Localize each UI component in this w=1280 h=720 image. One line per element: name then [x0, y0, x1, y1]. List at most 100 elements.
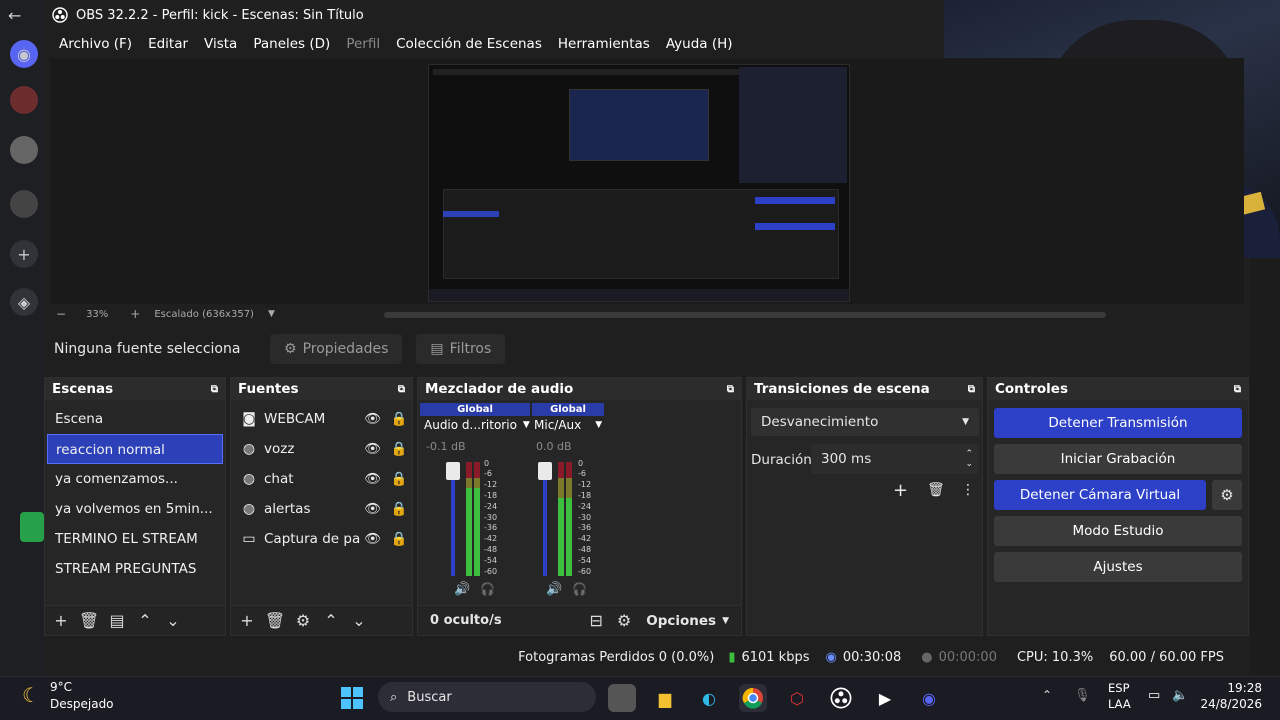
start-recording-button[interactable]: Iniciar Grabación [994, 444, 1242, 474]
file-explorer-icon[interactable]: ▆ [651, 684, 679, 712]
settings-button[interactable]: Ajustes [994, 552, 1242, 582]
scene-item[interactable]: STREAM PREGUNTAS [47, 554, 223, 584]
volume-icon[interactable]: 🔈 [1172, 688, 1188, 703]
language-2[interactable]: LAA [1108, 697, 1131, 711]
duration-spinbox[interactable]: 300 ms ⌃ ⌄ [811, 444, 979, 474]
chevron-down-icon[interactable]: ▼ [523, 420, 530, 430]
weather-desc[interactable]: Despejado [50, 697, 114, 711]
eye-icon[interactable]: 👁 [360, 471, 386, 487]
task-view-icon[interactable] [608, 684, 636, 712]
app-icon[interactable]: ⬡ [783, 684, 811, 712]
undock-icon[interactable]: ⧉ [398, 384, 405, 395]
microphone-icon[interactable]: 🎙 [1074, 688, 1091, 703]
advanced-audio-icon[interactable]: ⚙ [610, 607, 638, 635]
scene-item[interactable]: Escena [47, 404, 223, 434]
properties-button[interactable]: ⚙ Propiedades [270, 334, 403, 364]
move-up-icon[interactable]: ⌃ [317, 607, 345, 635]
volume-slider-handle[interactable] [538, 462, 552, 480]
gear-icon[interactable]: ⚙ [289, 607, 317, 635]
undock-icon[interactable]: ⧉ [1234, 384, 1241, 395]
move-down-icon[interactable]: ⌄ [345, 607, 373, 635]
menu-ayuda[interactable]: Ayuda (H) [658, 36, 741, 52]
chevron-down-icon[interactable]: ▼ [595, 420, 602, 430]
preview-scrollbar[interactable] [384, 312, 1106, 318]
network-icon[interactable]: ▭ [1148, 688, 1160, 703]
server-avatar[interactable] [10, 190, 38, 218]
source-item[interactable]: ◙ WEBCAM 👁 🔒 [231, 404, 412, 434]
explore-icon[interactable]: ◈ [10, 288, 38, 316]
lock-icon[interactable]: 🔒 [386, 531, 412, 547]
scene-item[interactable]: TERMINO EL STREAM [47, 524, 223, 554]
speaker-icon[interactable]: 🔊 [546, 582, 562, 597]
speaker-icon[interactable]: 🔊 [454, 582, 470, 597]
program-preview[interactable] [428, 64, 850, 302]
source-item[interactable]: ◍ chat 👁 🔒 [231, 464, 412, 494]
lock-icon[interactable]: 🔒 [386, 501, 412, 517]
undock-icon[interactable]: ⧉ [727, 384, 734, 395]
menu-vista[interactable]: Vista [196, 36, 245, 52]
menu-perfil[interactable]: Perfil [338, 36, 388, 52]
add-server-icon[interactable]: + [10, 240, 38, 268]
clock-date[interactable]: 24/8/2026 [1190, 697, 1262, 711]
trash-icon[interactable]: 🗑 [261, 607, 289, 635]
scale-dropdown-icon[interactable]: ▼ [268, 309, 275, 319]
edge-icon[interactable]: ◐ [695, 684, 723, 712]
menu-archivo[interactable]: Archivo (F) [51, 36, 140, 52]
layout-toggle-icon[interactable]: ⊟ [582, 607, 610, 635]
headphones-icon[interactable]: 🎧 [572, 582, 587, 596]
back-arrow-icon[interactable]: ← [8, 6, 21, 25]
lock-icon[interactable]: 🔒 [386, 441, 412, 457]
volume-slider-handle[interactable] [446, 462, 460, 480]
language-1[interactable]: ESP [1108, 681, 1130, 695]
more-icon[interactable]: ⋮ [961, 482, 975, 498]
scene-item[interactable]: ya comenzamos... [47, 464, 223, 494]
discord-taskbar-icon[interactable]: ◉ [915, 684, 943, 712]
move-up-icon[interactable]: ⌃ [131, 607, 159, 635]
discord-icon[interactable]: ◉ [10, 40, 38, 68]
obs-taskbar-icon[interactable] [827, 684, 855, 712]
transition-select[interactable]: Desvanecimiento ▼ [751, 408, 979, 436]
zoom-out-button[interactable]: − [56, 307, 66, 321]
undock-icon[interactable]: ⧉ [211, 384, 218, 395]
studio-mode-button[interactable]: Modo Estudio [994, 516, 1242, 546]
add-source-icon[interactable]: + [233, 607, 261, 635]
move-down-icon[interactable]: ⌄ [159, 607, 187, 635]
zoom-in-button[interactable]: + [130, 307, 140, 321]
eye-icon[interactable]: 👁 [360, 411, 386, 427]
clock-time[interactable]: 19:28 [1202, 681, 1262, 695]
add-scene-icon[interactable]: + [47, 607, 75, 635]
virtual-camera-settings-icon[interactable]: ⚙ [1212, 480, 1242, 510]
eye-icon[interactable]: 👁 [360, 531, 386, 547]
lock-icon[interactable]: 🔒 [386, 411, 412, 427]
scene-item[interactable]: ya volvemos en 5min... [47, 494, 223, 524]
chevron-up-icon[interactable]: ⌃ [1042, 688, 1052, 702]
scene-item-selected[interactable]: reaccion normal [47, 434, 223, 464]
menu-paneles[interactable]: Paneles (D) [245, 36, 338, 52]
channel-name[interactable]: Audio d...ritorio ▼ [424, 418, 530, 432]
lock-icon[interactable]: 🔒 [386, 471, 412, 487]
eye-icon[interactable]: 👁 [360, 501, 386, 517]
media-player-icon[interactable]: ▶ [871, 684, 899, 712]
chrome-icon[interactable] [739, 684, 767, 712]
scene-filter-icon[interactable]: ▤ [103, 607, 131, 635]
trash-icon[interactable]: 🗑 [75, 607, 103, 635]
headphones-icon[interactable]: 🎧 [480, 582, 495, 596]
add-transition-icon[interactable]: + [893, 480, 908, 501]
weather-temp[interactable]: 9°C [50, 680, 72, 694]
source-item[interactable]: ◍ alertas 👁 🔒 [231, 494, 412, 524]
stop-virtual-camera-button[interactable]: Detener Cámara Virtual [994, 480, 1206, 510]
windows-start-icon[interactable] [338, 684, 366, 712]
channel-name[interactable]: Mic/Aux ▼ [534, 418, 602, 432]
taskbar-search[interactable]: ⌕ Buscar [378, 682, 596, 712]
source-item[interactable]: ◍ vozz 👁 🔒 [231, 434, 412, 464]
menu-editar[interactable]: Editar [140, 36, 196, 52]
menu-coleccion[interactable]: Colección de Escenas [388, 36, 550, 52]
spin-arrows-icon[interactable]: ⌃ ⌄ [965, 449, 973, 469]
options-button[interactable]: Opciones ▼ [638, 613, 741, 629]
undock-icon[interactable]: ⧉ [968, 384, 975, 395]
eye-icon[interactable]: 👁 [360, 441, 386, 457]
source-item[interactable]: ▭ Captura de par 👁 🔒 [231, 524, 412, 554]
menu-herramientas[interactable]: Herramientas [550, 36, 658, 52]
stop-streaming-button[interactable]: Detener Transmisión [994, 408, 1242, 438]
trash-icon[interactable]: 🗑 [927, 482, 945, 498]
